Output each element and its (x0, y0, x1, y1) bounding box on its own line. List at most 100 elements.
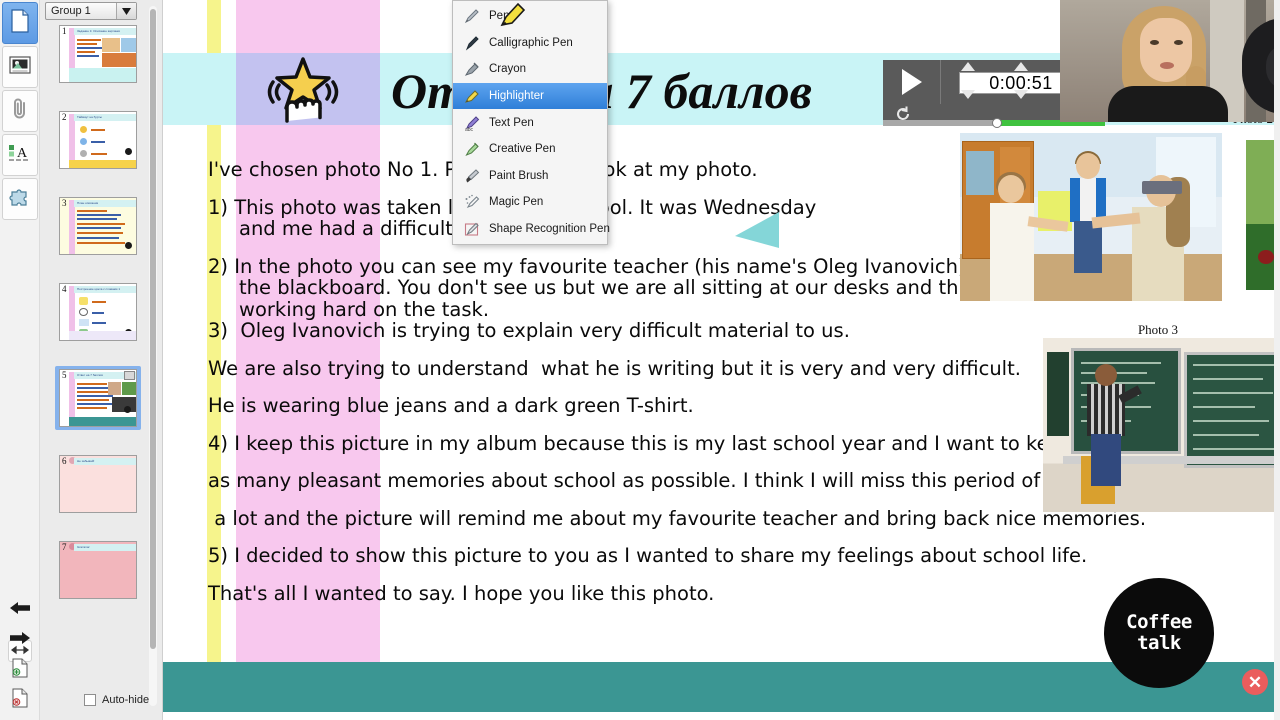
slide-number: 2 (62, 112, 67, 122)
play-icon (901, 69, 922, 95)
image-icon (9, 55, 31, 80)
slide-number: 6 (62, 456, 67, 466)
menu-item-label: Paint Brush (489, 169, 549, 182)
slide-panel: Group 1 1 Задание 3. Описание картинки 2… (40, 0, 163, 720)
group-dropdown[interactable]: Group 1 (45, 2, 137, 20)
crayon-icon (463, 60, 481, 78)
svg-text:abc: abc (465, 127, 474, 132)
photo-3-label: Photo 3 (1137, 322, 1179, 337)
auto-hide-checkbox[interactable]: Auto-hide (84, 694, 149, 706)
slide-thumb-title: Задание 3. Описание картинки (77, 29, 121, 33)
body-line: working hard on the task. (208, 297, 490, 321)
slide-thumbnail-3[interactable]: 3 План описания (55, 194, 141, 258)
document-icon (10, 8, 30, 38)
menu-item-label: Magic Pen (489, 196, 544, 209)
slide-thumb-title: Grammar (77, 545, 90, 549)
slide-thumb-title: Построение цвета с словами 1 (77, 287, 120, 291)
page-add-icon (11, 658, 29, 683)
checkbox-box[interactable] (84, 694, 96, 706)
text-tool-button[interactable]: A (2, 134, 38, 176)
classroom-photo (960, 133, 1222, 301)
slide-number: 4 (62, 284, 67, 294)
menu-item-label: Crayon (489, 63, 527, 76)
menu-item-label: Highlighter (489, 90, 544, 103)
slide-number: 7 (62, 542, 67, 552)
shape-recognition-pen-icon (463, 220, 481, 238)
triangle-down-icon[interactable] (961, 90, 975, 99)
blackboard-photo (1043, 338, 1280, 512)
menu-item-creative-pen[interactable]: Creative Pen (453, 136, 607, 163)
magic-pen-icon (463, 193, 481, 211)
logo-line-2: talk (1137, 632, 1181, 654)
text-format-icon: A (8, 142, 32, 169)
pen-tool-menu[interactable]: Pen Calligraphic Pen Crayon Highlighter … (452, 0, 610, 245)
left-toolbar-bottom (0, 598, 40, 720)
add-page-button[interactable] (8, 658, 32, 682)
menu-item-highlighter[interactable]: Highlighter (453, 82, 607, 110)
text-pen-icon: abc (463, 114, 481, 133)
slide-bottom-edge (163, 712, 1280, 720)
coffee-talk-logo: Coffee talk (1104, 578, 1214, 688)
forward-button[interactable] (8, 628, 32, 652)
menu-item-paint-brush[interactable]: Paint Brush (453, 163, 607, 190)
right-window-edge (1274, 0, 1280, 720)
page-delete-icon (11, 688, 29, 713)
arrow-left-icon (9, 600, 31, 621)
menu-item-label: Calligraphic Pen (489, 36, 573, 49)
puzzle-piece-icon (9, 186, 31, 213)
close-x-icon: ✕ (1247, 672, 1263, 692)
group-dropdown-label: Group 1 (51, 5, 91, 17)
menu-item-shape-recognition-pen[interactable]: Shape Recognition Pen (453, 216, 610, 243)
slide-thumbnail-6[interactable]: 6 Не забывай! (55, 452, 141, 516)
slide-thumbnail-list[interactable]: 1 Задание 3. Описание картинки 2 Таймаут… (42, 22, 154, 677)
highlighter-cursor-icon (498, 2, 526, 28)
menu-item-calligraphic-pen[interactable]: Calligraphic Pen (453, 30, 607, 57)
menu-item-crayon[interactable]: Crayon (453, 56, 607, 83)
body-line: 5) I decided to show this picture to you… (208, 544, 1088, 567)
close-button[interactable]: ✕ (1242, 669, 1268, 695)
slide-thumbnail-7[interactable]: 7 Grammar (55, 538, 141, 602)
highlighter-icon (463, 87, 481, 105)
menu-item-text-pen[interactable]: abc Text Pen (453, 109, 607, 136)
slide-thumbnail-5[interactable]: 5 Ответ на 7 баллов (55, 366, 141, 430)
auto-hide-label: Auto-hide (102, 694, 150, 706)
star-tap-icon (263, 55, 343, 125)
slide-thumbnail-2[interactable]: 2 Таймаут на бурты (55, 108, 141, 172)
slide-panel-scrollbar[interactable] (149, 6, 157, 706)
triangle-up-icon[interactable] (961, 62, 975, 71)
slide-thumb-title: Таймаут на бурты (77, 115, 102, 119)
svg-text:A: A (17, 146, 28, 161)
menu-item-label: Shape Recognition Pen (489, 223, 610, 236)
app-window: A Group 1 1 Задание 3. Описание картинки… (0, 0, 1280, 720)
paperclip-icon (10, 97, 30, 126)
slide-thumbnail-4[interactable]: 4 Построение цвета с словами 1 (55, 280, 141, 344)
left-toolbar: A (0, 0, 40, 720)
triangle-down-icon[interactable] (1014, 90, 1028, 99)
image-tool-button[interactable] (2, 46, 38, 88)
logo-line-1: Coffee (1126, 611, 1192, 634)
slide-number: 5 (62, 370, 67, 380)
pen-icon (463, 7, 481, 25)
play-button[interactable] (883, 60, 941, 104)
progress-handle[interactable] (991, 118, 1002, 128)
calligraphic-pen-icon (463, 34, 481, 52)
arrow-right-icon (9, 630, 31, 651)
delete-page-button[interactable] (8, 688, 32, 712)
scrollbar-thumb[interactable] (150, 9, 156, 649)
back-button[interactable] (8, 598, 32, 622)
slide-thumb-title: План описания (77, 201, 99, 205)
chevron-down-icon[interactable] (116, 3, 136, 19)
page-tool-button[interactable] (2, 2, 38, 44)
slide-thumbnail-1[interactable]: 1 Задание 3. Описание картинки (55, 22, 141, 86)
plugin-tool-button[interactable] (2, 178, 38, 220)
attachment-tool-button[interactable] (2, 90, 38, 132)
menu-item-pen[interactable]: Pen (453, 3, 607, 30)
menu-item-magic-pen[interactable]: Magic Pen (453, 189, 607, 216)
webcam-video[interactable] (1060, 0, 1280, 122)
triangle-up-icon[interactable] (1014, 62, 1028, 71)
body-line: That's all I wanted to say. I hope you l… (208, 581, 715, 605)
slide-number: 3 (62, 198, 67, 208)
creative-pen-icon (463, 140, 481, 158)
slide-number: 1 (62, 26, 67, 36)
progress-elapsed (883, 120, 999, 126)
